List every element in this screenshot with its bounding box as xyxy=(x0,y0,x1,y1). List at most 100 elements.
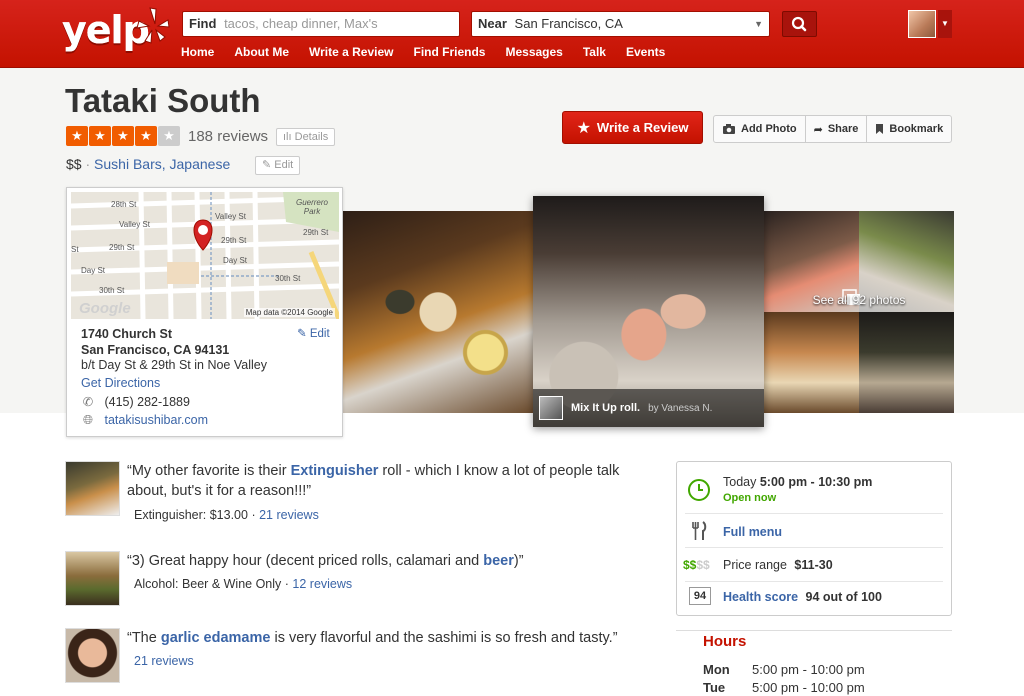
today-hours-value: 5:00 pm - 10:30 pm xyxy=(759,475,873,489)
quote-text: “3) Great happy hour (decent priced roll… xyxy=(127,553,484,569)
nav-about-me[interactable]: About Me xyxy=(234,45,289,59)
highlight-quote: “3) Great happy hour (decent priced roll… xyxy=(127,551,647,571)
map-street-label: 30th St xyxy=(275,274,301,283)
star-empty-icon: ★ xyxy=(158,126,180,146)
full-menu-link[interactable]: Full menu xyxy=(723,525,782,539)
highlight-meta: Extinguisher: $13.00 · 21 reviews xyxy=(134,508,319,522)
quote-keyword[interactable]: beer xyxy=(483,553,514,569)
photo-mix-it-up-roll[interactable]: Mix It Up roll. by Vanessa N. xyxy=(533,196,764,427)
share-button[interactable]: ➦ Share xyxy=(806,116,868,142)
map-street-label: Day St xyxy=(81,266,106,275)
photo-caption: Mix It Up roll. by Vanessa N. xyxy=(533,389,764,427)
star-icon: ★ xyxy=(89,126,111,146)
quote-keyword[interactable]: garlic edamame xyxy=(161,630,271,646)
review-highlight: “My other favorite is their Extinguisher… xyxy=(65,461,645,531)
categories-link[interactable]: Sushi Bars, Japanese xyxy=(94,156,230,172)
edit-category-button[interactable]: ✎ Edit xyxy=(255,156,301,175)
price-indicator: $$$$ xyxy=(683,558,710,572)
yelp-logo[interactable]: yelp xyxy=(62,6,172,60)
meta-reviews-link[interactable]: 21 reviews xyxy=(259,508,319,522)
address-block: 1740 Church St San Francisco, CA 94131 xyxy=(81,326,229,358)
nav-home[interactable]: Home xyxy=(181,45,214,59)
photo-sushi-rolls[interactable] xyxy=(343,211,533,413)
map-attribution[interactable]: Map data ©2014 Google xyxy=(243,308,335,317)
meta-reviews-link[interactable]: 21 reviews xyxy=(134,654,194,668)
search-button[interactable] xyxy=(782,11,817,37)
health-score-link[interactable]: Health score xyxy=(723,590,798,604)
map-street-label: 30th St xyxy=(99,286,125,295)
price-inactive: $$ xyxy=(696,558,710,572)
price-level: $$ xyxy=(66,156,82,172)
highlight-meta: Alcohol: Beer & Wine Only · 12 reviews xyxy=(134,577,352,591)
meta-text: Alcohol: Beer & Wine Only · xyxy=(134,577,293,591)
hours-heading: Hours xyxy=(703,633,747,650)
menu-row: Full menu xyxy=(685,514,943,548)
grid-photo xyxy=(859,312,954,413)
map-street-label: St xyxy=(71,245,79,254)
add-photo-button[interactable]: Add Photo xyxy=(714,116,806,142)
main-nav: Home About Me Write a Review Find Friend… xyxy=(181,45,665,59)
pencil-icon: ✎ xyxy=(262,159,272,171)
highlight-quote: “The garlic edamame is very flavorful an… xyxy=(127,628,647,648)
review-count[interactable]: 188 reviews xyxy=(188,128,268,145)
camera-icon xyxy=(723,124,735,134)
address-city: San Francisco, CA 94131 xyxy=(81,343,230,357)
map-park-label: Guerrero Park xyxy=(295,198,328,216)
highlight-thumbnail[interactable] xyxy=(65,461,120,516)
quote-text: )” xyxy=(513,553,524,569)
pencil-icon: ✎ xyxy=(297,328,307,340)
map-address-card: 28th St Valley St Valley St 29th St 29th… xyxy=(66,187,343,437)
today-hours-row: Today 5:00 pm - 10:30 pm Open now xyxy=(685,468,943,514)
get-directions-link[interactable]: Get Directions xyxy=(81,376,160,390)
open-now-status: Open now xyxy=(723,492,777,504)
bookmark-icon xyxy=(876,124,884,134)
today-label: Today xyxy=(723,475,757,489)
account-menu-chevron-icon[interactable]: ▼ xyxy=(938,10,952,38)
review-highlight: “3) Great happy hour (decent priced roll… xyxy=(65,551,645,611)
price-active: $$ xyxy=(683,558,697,572)
find-placeholder: tacos, cheap dinner, Max's xyxy=(224,16,378,31)
map-street-label: Valley St xyxy=(119,220,150,229)
health-score-badge: 94 xyxy=(689,587,711,605)
price-range-row: $$$$ Price range $11-30 xyxy=(683,548,943,582)
highlight-meta: 21 reviews xyxy=(134,654,194,668)
write-review-button[interactable]: ★ Write a Review xyxy=(562,111,703,144)
highlight-thumbnail[interactable] xyxy=(65,628,120,683)
yelp-burst-icon xyxy=(136,7,170,44)
photographer-avatar[interactable] xyxy=(539,396,563,420)
see-all-photos-link[interactable]: See all 92 photos xyxy=(764,293,954,307)
nav-messages[interactable]: Messages xyxy=(505,45,562,59)
edit-address-label: Edit xyxy=(309,328,330,340)
google-logo: Google xyxy=(79,300,131,317)
hours-time: 5:00 pm - 10:00 pm xyxy=(752,680,865,695)
business-name: Tataki South xyxy=(65,82,261,119)
location-map[interactable]: 28th St Valley St Valley St 29th St 29th… xyxy=(71,192,339,319)
quote-text: is very flavorful and the sashimi is so … xyxy=(270,630,618,646)
near-input[interactable]: Near San Francisco, CA ▼ xyxy=(471,11,770,37)
near-value: San Francisco, CA xyxy=(514,16,623,31)
quote-text: “The xyxy=(127,630,161,646)
nav-find-friends[interactable]: Find Friends xyxy=(413,45,485,59)
edit-label: Edit xyxy=(274,159,294,171)
chevron-down-icon[interactable]: ▼ xyxy=(754,12,763,36)
meta-reviews-link[interactable]: 12 reviews xyxy=(292,577,352,591)
caption-byline[interactable]: by Vanessa N. xyxy=(648,403,712,414)
find-input[interactable]: Find tacos, cheap dinner, Max's xyxy=(182,11,460,37)
map-street-label: 29th St xyxy=(109,243,135,252)
nav-write-review[interactable]: Write a Review xyxy=(309,45,393,59)
nav-talk[interactable]: Talk xyxy=(583,45,606,59)
bookmark-button[interactable]: Bookmark xyxy=(867,116,951,142)
hours-day: Mon xyxy=(703,662,730,677)
address-street: 1740 Church St xyxy=(81,327,173,341)
edit-address-link[interactable]: ✎ Edit xyxy=(297,326,330,340)
health-score: Health score 94 out of 100 xyxy=(723,590,882,604)
quote-keyword[interactable]: Extinguisher xyxy=(291,463,379,479)
website-link[interactable]: tatakisushibar.com xyxy=(104,413,208,427)
highlight-thumbnail[interactable] xyxy=(65,551,120,606)
nav-events[interactable]: Events xyxy=(626,45,665,59)
photo-grid-see-all[interactable]: See all 92 photos xyxy=(764,211,954,413)
price-range: Price range $11-30 xyxy=(723,558,833,572)
user-avatar[interactable] xyxy=(908,10,936,38)
details-button[interactable]: ılı Details xyxy=(276,128,336,146)
phone-row: ✆ (415) 282-1889 xyxy=(81,394,190,409)
